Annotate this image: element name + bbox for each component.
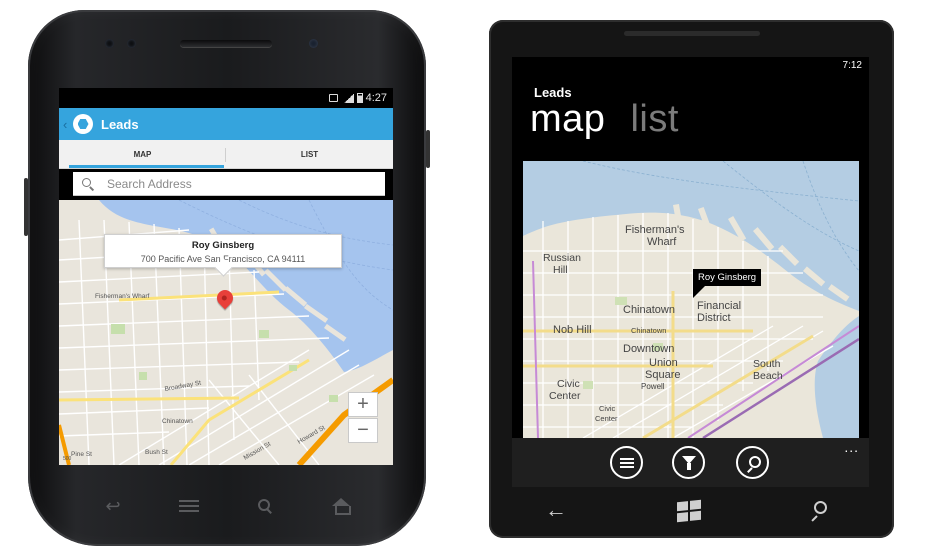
app-bar: ...	[512, 438, 869, 487]
windows-logo-icon[interactable]	[677, 499, 701, 523]
search-icon[interactable]	[250, 494, 280, 518]
map-label: Civic	[599, 404, 615, 413]
map-canvas: Fisherman's Wharf Russian Hill Chinatown…	[523, 161, 859, 438]
status-bar: 4:27	[59, 88, 393, 108]
map-label: Pine St	[71, 451, 92, 458]
power-button	[426, 130, 430, 168]
wp-screen: 7:12 Leads map list Fisherman's Wharf Ru…	[512, 57, 869, 487]
zoom-out-button[interactable]: −	[348, 418, 378, 443]
front-camera	[309, 39, 318, 48]
map-scale: 500	[63, 456, 72, 462]
search-placeholder: Search Address	[107, 176, 192, 191]
sensor-dot	[127, 39, 136, 48]
map-label: Financial	[697, 300, 741, 312]
map-label: District	[697, 312, 731, 324]
map-label: Powell	[641, 382, 665, 391]
pivot-map[interactable]: map	[530, 98, 605, 141]
menu-icon[interactable]	[174, 494, 204, 518]
volume-button	[24, 178, 28, 236]
map-label: Union	[649, 357, 678, 369]
map-label: Square	[645, 369, 680, 381]
map-label: Chinatown	[631, 326, 666, 335]
map-label: Fisherman's Wharf	[95, 293, 150, 300]
action-bar: ‹ Leads	[59, 108, 393, 140]
tab-map[interactable]: MAP	[59, 140, 226, 168]
map-label: Bush St	[145, 449, 168, 456]
map-label: Nob Hill	[553, 324, 592, 336]
earpiece	[180, 40, 272, 47]
android-phone: 4:27 ‹ Leads MAP LIST Search Address Fis…	[24, 10, 430, 546]
pivot-header: map list	[530, 98, 693, 141]
app-logo-icon[interactable]	[73, 114, 93, 134]
callout-pointer	[693, 286, 705, 298]
android-nav-bar: ↩	[88, 490, 366, 522]
notification-image-icon	[328, 94, 338, 102]
map-label: Center	[549, 390, 581, 402]
search-icon[interactable]	[736, 446, 769, 479]
map-label: Russian	[543, 252, 581, 264]
search-icon	[81, 177, 95, 191]
map-label: Chinatown	[162, 418, 193, 425]
zoom-in-button[interactable]: +	[348, 392, 378, 417]
android-screen: 4:27 ‹ Leads MAP LIST Search Address Fis…	[59, 88, 393, 465]
lead-callout[interactable]: Roy Ginsberg	[693, 269, 762, 286]
map-view[interactable]: Fisherman's Wharf Russian Hill Chinatown…	[523, 161, 859, 438]
up-caret-icon[interactable]: ‹	[63, 117, 71, 132]
search-input[interactable]: Search Address	[73, 172, 385, 196]
callout-name: Roy Ginsberg	[191, 240, 255, 251]
map-label: Beach	[753, 370, 783, 382]
tab-strip: MAP LIST	[59, 140, 393, 169]
pivot-list[interactable]: list	[630, 98, 678, 141]
hardware-keys: ←	[489, 487, 894, 538]
map-label: Fisherman's	[625, 224, 685, 236]
map-label: Civic	[557, 378, 580, 390]
signal-icon	[343, 93, 354, 103]
map-label: South	[753, 358, 781, 370]
map-label: Chinatown	[623, 304, 675, 316]
app-title: Leads	[101, 116, 139, 132]
battery-icon	[356, 93, 363, 103]
list-icon[interactable]	[610, 446, 643, 479]
callout-address: 700 Pacific Ave San Francisco, CA 94111	[140, 254, 306, 264]
map-label: Wharf	[647, 236, 677, 248]
filter-icon[interactable]	[672, 446, 705, 479]
tab-list[interactable]: LIST	[226, 140, 393, 168]
earpiece	[624, 31, 760, 36]
more-options-button[interactable]: ...	[844, 439, 859, 455]
search-icon[interactable]	[809, 501, 827, 519]
map-label: Downtown	[623, 343, 674, 355]
sensor-dot	[105, 39, 114, 48]
back-icon[interactable]: ↩	[98, 494, 128, 518]
lead-callout[interactable]: Roy Ginsberg 700 Pacific Ave San Francis…	[104, 234, 342, 268]
tab-divider	[225, 148, 226, 162]
home-icon[interactable]	[326, 494, 356, 518]
windows-phone: 7:12 Leads map list Fisherman's Wharf Ru…	[489, 20, 894, 538]
back-icon[interactable]: ←	[545, 497, 567, 523]
status-time: 4:27	[365, 92, 387, 104]
map-label: Center	[595, 414, 618, 423]
status-time: 7:12	[842, 60, 862, 71]
map-label: Hill	[553, 264, 568, 276]
